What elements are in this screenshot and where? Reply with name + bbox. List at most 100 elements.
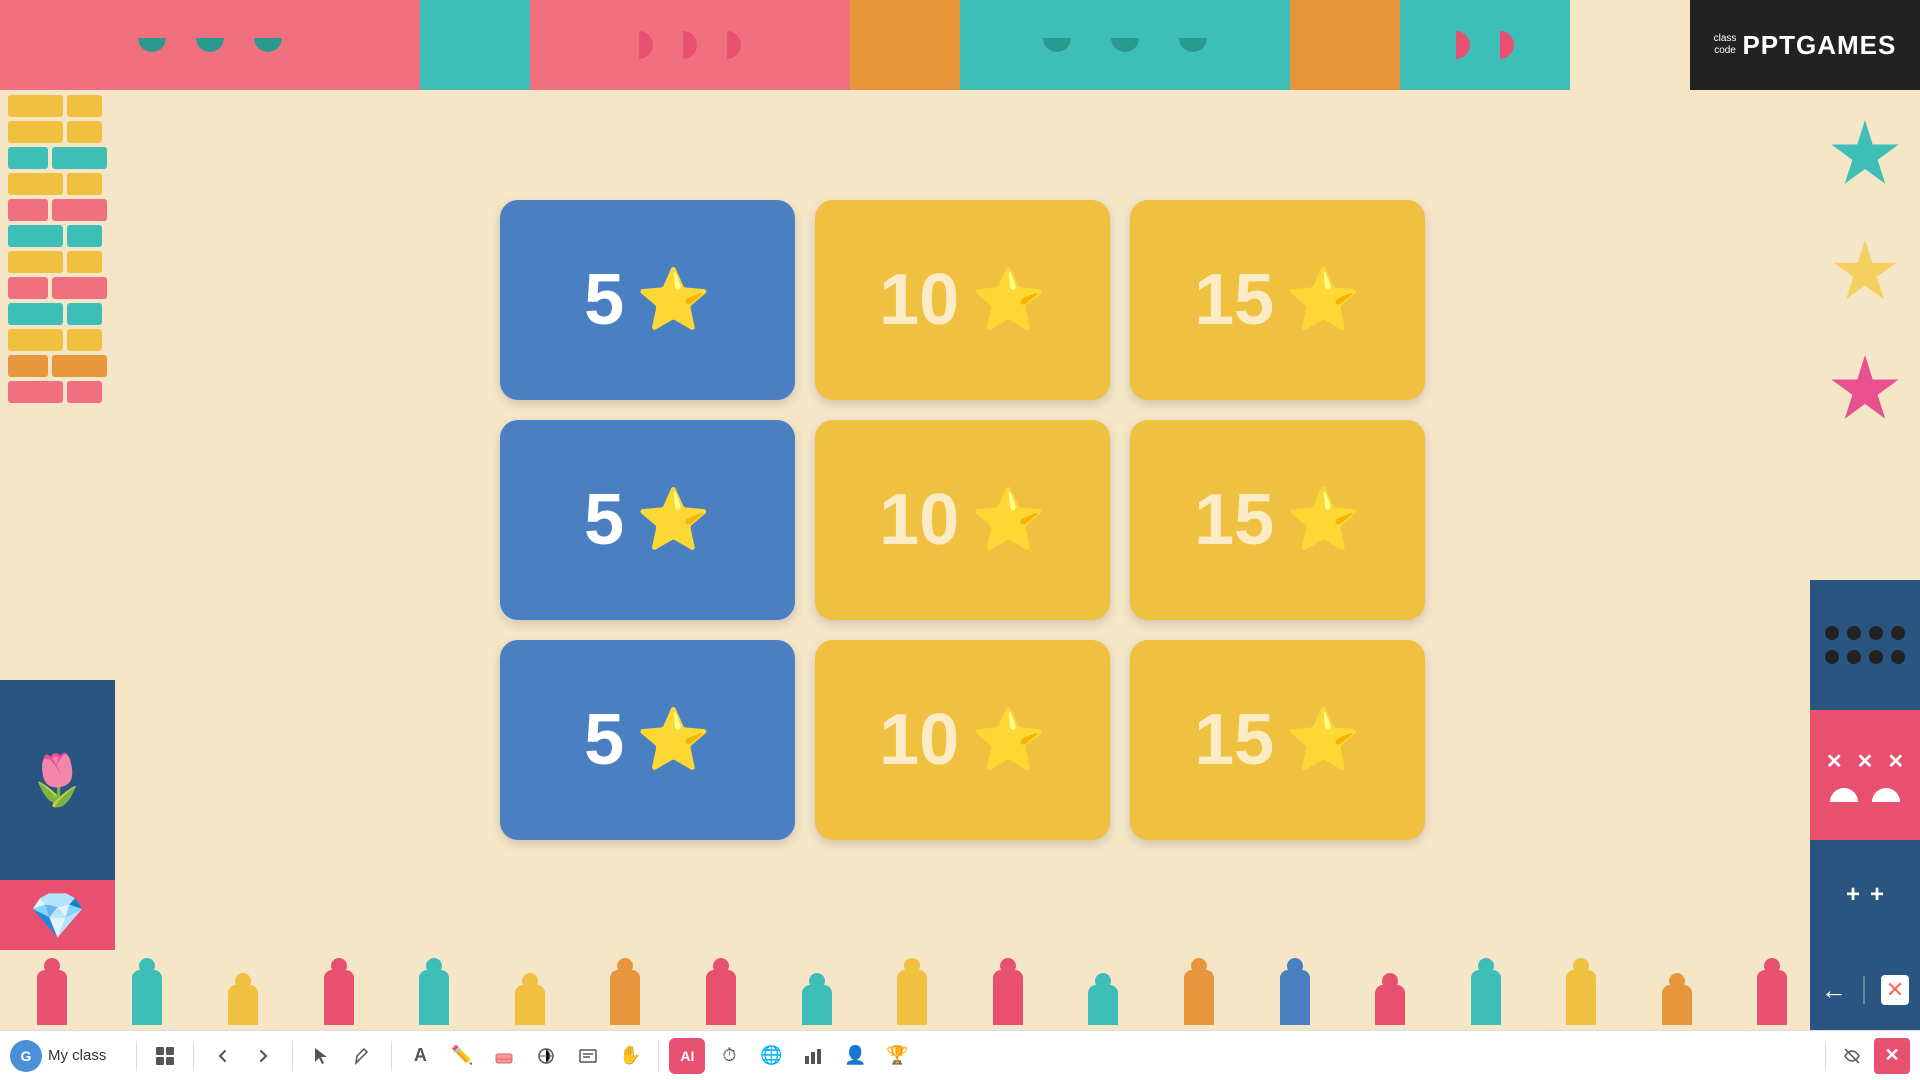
dot-2 (1847, 626, 1861, 640)
stripe-row-6 (8, 225, 107, 247)
figure-6 (515, 985, 545, 1025)
figure-7 (610, 970, 640, 1025)
banner-pink2 (530, 0, 850, 90)
dot-4 (1891, 626, 1905, 640)
x-icon-1[interactable]: ✕ (1826, 749, 1843, 774)
text-tool-button[interactable]: A (402, 1038, 438, 1074)
close-presentation-button[interactable]: ✕ (1874, 1038, 1910, 1074)
figures-container (10, 970, 1910, 1030)
back-button[interactable] (204, 1038, 240, 1074)
annotation-toggle-button[interactable] (1834, 1038, 1870, 1074)
banner-teal2 (960, 0, 1290, 90)
card-5-star: ⭐ (971, 490, 1046, 550)
deco-halfcircle-6 (727, 31, 741, 59)
draw-tool-button[interactable] (345, 1038, 381, 1074)
stripe-row-2 (8, 121, 107, 143)
x-icon-3[interactable]: ✕ (1887, 749, 1904, 774)
ai-button[interactable]: AI (669, 1038, 705, 1074)
textbox-tool-button[interactable] (570, 1038, 606, 1074)
hand-tool-button[interactable]: ✋ (612, 1038, 648, 1074)
dot-5 (1825, 650, 1839, 664)
banner-pink (0, 0, 420, 90)
trophy-button[interactable]: 🏆 (879, 1038, 915, 1074)
forward-button[interactable] (246, 1038, 282, 1074)
toolbar-myclass-label: My class (48, 1047, 106, 1064)
figure-17 (1566, 970, 1596, 1025)
arrow-left-icon[interactable]: ← (1821, 975, 1847, 1006)
deco-halfcircle-9 (1179, 38, 1207, 52)
card-2[interactable]: 10 ⭐ (815, 200, 1110, 400)
figure-13 (1184, 970, 1214, 1025)
figure-2 (132, 970, 162, 1025)
pen-tool-button[interactable]: ✏️ (444, 1038, 480, 1074)
stripe-9b (67, 303, 102, 325)
left-sidebar-stripes (0, 90, 115, 750)
eraser-tool-button[interactable] (486, 1038, 522, 1074)
toolbar-right-section: ✕ (1821, 1038, 1910, 1074)
main-content: 5 ⭐ 10 ⭐ 15 ⭐ 5 ⭐ 10 ⭐ 15 ⭐ 5 ⭐ 10 (115, 90, 1810, 950)
right-control-panel: ✕ ✕ ✕ (1810, 710, 1920, 840)
x-icon-2[interactable]: ✕ (1857, 749, 1874, 774)
deco-halfcircle-3 (254, 38, 282, 52)
card-9[interactable]: 15 ⭐ (1130, 640, 1425, 840)
toolbar-sep-2 (193, 1041, 194, 1071)
toolbar-sep-5 (658, 1041, 659, 1071)
figure-19 (1757, 970, 1787, 1025)
stripe-6a (8, 225, 63, 247)
user-button[interactable]: 👤 (837, 1038, 873, 1074)
bottom-toolbar: G My class A (0, 1030, 1920, 1080)
deco-halfcircle-1 (138, 38, 166, 52)
apps-button[interactable] (147, 1038, 183, 1074)
plus-icon-1[interactable]: + (1846, 881, 1860, 909)
right-dots-panel (1810, 580, 1920, 710)
card-9-value: 15 (1194, 704, 1274, 776)
person-row (0, 950, 1920, 1030)
timer-button[interactable]: ⏱ (711, 1038, 747, 1074)
stripe-11b (52, 355, 107, 377)
figure-15 (1375, 985, 1405, 1025)
stripe-1a (8, 95, 63, 117)
card-2-value: 10 (879, 264, 959, 336)
card-6-star: ⭐ (1286, 490, 1361, 550)
chart-button[interactable] (795, 1038, 831, 1074)
dots-row-1 (1825, 626, 1905, 640)
dot-6 (1847, 650, 1861, 664)
card-4-value: 5 (584, 484, 624, 556)
card-6[interactable]: 15 ⭐ (1130, 420, 1425, 620)
stripe-4a (8, 173, 63, 195)
card-3[interactable]: 15 ⭐ (1130, 200, 1425, 400)
close-x-icon[interactable]: ✕ (1881, 975, 1909, 1005)
top-banner (0, 0, 1920, 90)
card-8[interactable]: 10 ⭐ (815, 640, 1110, 840)
logo-badge-text: class (1714, 33, 1737, 45)
figure-9 (802, 985, 832, 1025)
stripe-10a (8, 329, 63, 351)
toolbar-sep-3 (292, 1041, 293, 1071)
dot-1 (1825, 626, 1839, 640)
stripe-row-12 (8, 381, 107, 403)
right-nav-panel: + + (1810, 840, 1920, 950)
stripe-row-10 (8, 329, 107, 351)
banner-orange (850, 0, 960, 90)
stripe-10b (67, 329, 102, 351)
globe-button[interactable]: 🌐 (753, 1038, 789, 1074)
stripe-8b (52, 277, 107, 299)
deco-halfcircle-2 (196, 38, 224, 52)
stripe-row-3 (8, 147, 107, 169)
stripe-5b (52, 199, 107, 221)
card-5[interactable]: 10 ⭐ (815, 420, 1110, 620)
dot-3 (1869, 626, 1883, 640)
figure-1 (37, 970, 67, 1025)
stripe-row-7 (8, 251, 107, 273)
card-7[interactable]: 5 ⭐ (500, 640, 795, 840)
figure-11 (993, 970, 1023, 1025)
plus-icon-2[interactable]: + (1870, 881, 1884, 909)
banner-teal (420, 0, 530, 90)
cursor-tool-button[interactable] (303, 1038, 339, 1074)
stripe-12a (8, 381, 63, 403)
card-1[interactable]: 5 ⭐ (500, 200, 795, 400)
shape-tool-button[interactable] (528, 1038, 564, 1074)
card-4[interactable]: 5 ⭐ (500, 420, 795, 620)
card-7-value: 5 (584, 704, 624, 776)
stripe-4b (67, 173, 102, 195)
